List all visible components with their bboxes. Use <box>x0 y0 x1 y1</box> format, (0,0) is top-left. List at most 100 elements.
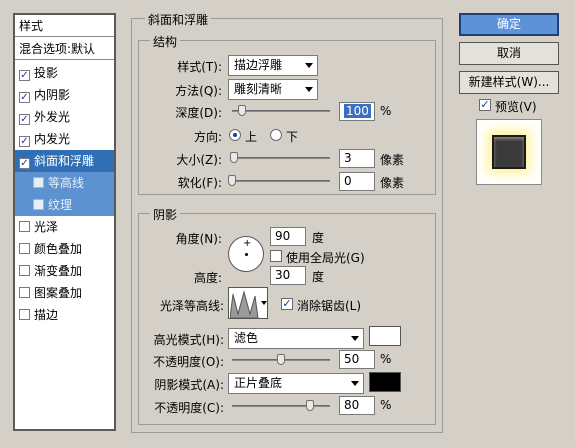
styles-header[interactable]: 样式 <box>15 15 114 37</box>
direction-up-radio[interactable] <box>229 129 241 141</box>
blending-options[interactable]: 混合选项:默认 <box>15 38 114 60</box>
angle-input[interactable]: 90 <box>270 227 306 246</box>
shadow-opacity-slider[interactable] <box>232 405 330 407</box>
checkbox-icon[interactable] <box>19 243 30 254</box>
style-item-label: 外发光 <box>34 110 71 124</box>
style-item-stroke[interactable]: 描边 <box>15 304 114 326</box>
antialias-checkbox[interactable]: ✓ <box>281 298 293 310</box>
soften-input[interactable]: 0 <box>339 172 375 191</box>
style-item-pattern-overlay[interactable]: 图案叠加 <box>15 282 114 304</box>
shading-title: 阴影 <box>150 206 181 223</box>
shadow-color-swatch[interactable] <box>369 372 401 392</box>
style-item-label: 图案叠加 <box>34 286 83 300</box>
styles-list: 样式 混合选项:默认 ✓ 投影 ✓ 内阴影 ✓ 外发光 ✓ 内发光 ✓ 斜面和浮雕 等高线… <box>13 13 116 431</box>
depth-input[interactable]: 100 <box>339 102 375 121</box>
size-input[interactable]: 3 <box>339 149 375 168</box>
style-select-value: 描边浮雕 <box>234 58 283 72</box>
highlight-color-swatch[interactable] <box>369 326 401 346</box>
technique-label: 方法(Q): <box>175 84 222 98</box>
style-label: 样式(T): <box>177 60 222 74</box>
checkbox-icon[interactable] <box>19 309 30 320</box>
depth-unit: % <box>380 104 392 118</box>
checkbox-icon[interactable]: ✓ <box>19 158 30 169</box>
checkbox-icon[interactable] <box>19 221 30 232</box>
preview-box <box>476 119 542 185</box>
style-item-label: 投影 <box>34 66 59 80</box>
shadow-opacity-unit: % <box>380 398 392 412</box>
style-item-label: 斜面和浮雕 <box>34 154 95 168</box>
preview-swatch <box>492 135 526 169</box>
size-unit: 像素 <box>380 153 405 167</box>
chevron-down-icon <box>305 87 313 92</box>
size-value: 3 <box>344 151 352 165</box>
ok-button[interactable]: 确定 <box>459 13 559 36</box>
style-item-label: 渐变叠加 <box>34 264 83 278</box>
style-item-texture[interactable]: 纹理 <box>15 194 114 216</box>
style-item-label: 描边 <box>34 308 59 322</box>
highlight-opacity-value: 50 <box>344 352 360 366</box>
angle-unit: 度 <box>312 231 325 245</box>
soften-label: 软化(F): <box>177 176 222 190</box>
style-item-label: 纹理 <box>48 198 73 212</box>
style-item-gradient-overlay[interactable]: 渐变叠加 <box>15 260 114 282</box>
checkbox-icon[interactable]: ✓ <box>19 70 30 81</box>
global-light-checkbox[interactable] <box>270 250 282 262</box>
style-item-label: 等高线 <box>48 176 85 190</box>
bevel-emboss-title: 斜面和浮雕 <box>145 11 212 28</box>
soften-unit: 像素 <box>380 176 405 190</box>
technique-select[interactable]: 雕刻清晰 <box>228 79 318 100</box>
style-item-outer-glow[interactable]: ✓ 外发光 <box>15 106 114 128</box>
highlight-opacity-thumb[interactable] <box>277 354 285 365</box>
shadow-opacity-input[interactable]: 80 <box>339 396 375 415</box>
soften-slider[interactable] <box>232 180 330 182</box>
crosshair-icon: + <box>243 238 252 249</box>
altitude-label: 高度: <box>193 271 222 285</box>
checkbox-icon[interactable] <box>19 265 30 276</box>
highlight-mode-select[interactable]: 滤色 <box>228 328 364 349</box>
style-item-inner-glow[interactable]: ✓ 内发光 <box>15 128 114 150</box>
contour-curve-icon <box>230 290 259 318</box>
checkbox-icon[interactable]: ✓ <box>19 136 30 147</box>
highlight-mode-value: 滤色 <box>234 331 259 345</box>
structure-title: 结构 <box>150 33 181 50</box>
angle-label: 角度(N): <box>175 232 222 246</box>
style-item-inner-shadow[interactable]: ✓ 内阴影 <box>15 84 114 106</box>
depth-slider[interactable] <box>232 110 330 112</box>
checkbox-icon[interactable]: ✓ <box>19 92 30 103</box>
soften-slider-thumb[interactable] <box>228 175 236 186</box>
gloss-contour-picker[interactable] <box>228 287 268 319</box>
depth-slider-thumb[interactable] <box>238 105 246 116</box>
checkbox-icon[interactable] <box>33 199 44 210</box>
shadow-opacity-label: 不透明度(C): <box>154 401 224 415</box>
altitude-input[interactable]: 30 <box>270 266 306 285</box>
direction-down-label: 下 <box>286 130 299 144</box>
style-select[interactable]: 描边浮雕 <box>228 55 318 76</box>
shadow-opacity-value: 80 <box>344 398 360 412</box>
new-style-button[interactable]: 新建样式(W)... <box>459 71 559 94</box>
highlight-opacity-label: 不透明度(O): <box>153 355 224 369</box>
altitude-unit: 度 <box>312 270 325 284</box>
preview-checkbox[interactable]: ✓ <box>479 99 491 111</box>
depth-label: 深度(D): <box>175 106 222 120</box>
highlight-opacity-input[interactable]: 50 <box>339 350 375 369</box>
direction-label: 方向: <box>193 130 222 144</box>
style-item-color-overlay[interactable]: 颜色叠加 <box>15 238 114 260</box>
checkbox-icon[interactable] <box>19 287 30 298</box>
size-slider[interactable] <box>232 157 330 159</box>
style-item-satin[interactable]: 光泽 <box>15 216 114 238</box>
angle-dial[interactable]: + <box>228 236 264 272</box>
depth-value: 100 <box>344 104 371 118</box>
style-item-drop-shadow[interactable]: ✓ 投影 <box>15 62 114 84</box>
shadow-mode-select[interactable]: 正片叠底 <box>228 373 364 394</box>
style-item-bevel-emboss[interactable]: ✓ 斜面和浮雕 <box>15 150 114 172</box>
dial-center-icon <box>245 253 248 256</box>
size-slider-thumb[interactable] <box>230 152 238 163</box>
checkbox-icon[interactable]: ✓ <box>19 114 30 125</box>
size-label: 大小(Z): <box>176 153 222 167</box>
shadow-opacity-thumb[interactable] <box>306 400 314 411</box>
cancel-button[interactable]: 取消 <box>459 42 559 65</box>
direction-down-radio[interactable] <box>270 129 282 141</box>
style-item-contour[interactable]: 等高线 <box>15 172 114 194</box>
checkbox-icon[interactable] <box>33 177 44 188</box>
global-light-label: 使用全局光(G) <box>286 251 365 265</box>
